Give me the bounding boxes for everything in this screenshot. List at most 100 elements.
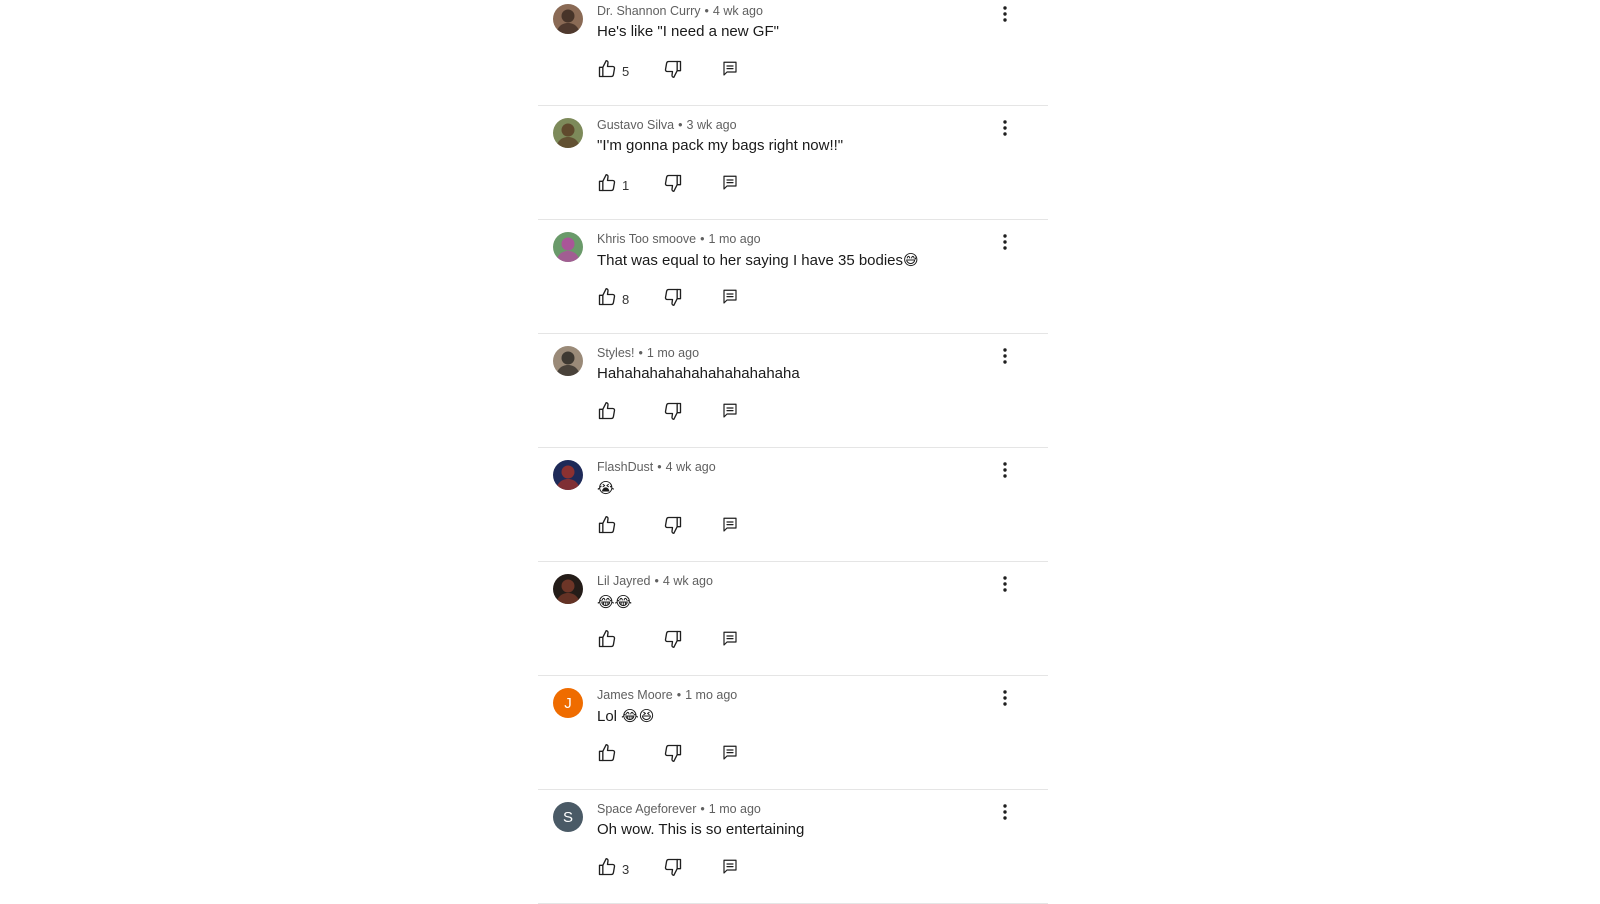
avatar-letter: J	[564, 694, 572, 712]
like-button[interactable]	[597, 743, 663, 763]
dislike-button[interactable]	[663, 629, 721, 649]
comment-author[interactable]: Gustavo Silva	[597, 118, 674, 132]
more-options-button[interactable]	[993, 800, 1017, 824]
comment-author[interactable]: Space Ageforever	[597, 802, 696, 816]
like-button[interactable]: 5	[597, 59, 663, 79]
comment-feed: Dr. Shannon Curry • 4 wk ago He's like "I …	[538, 0, 1048, 904]
reply-button[interactable]	[721, 516, 739, 534]
like-button[interactable]	[597, 515, 663, 535]
avatar[interactable]	[553, 4, 583, 34]
more-options-button[interactable]	[993, 2, 1017, 26]
dislike-button[interactable]	[663, 173, 721, 193]
comment-text: Lol 😂😆	[597, 708, 655, 725]
comment-author[interactable]: James Moore	[597, 688, 673, 702]
comment-author[interactable]: Dr. Shannon Curry	[597, 4, 701, 18]
more-options-button[interactable]	[993, 458, 1017, 482]
more-options-button[interactable]	[993, 230, 1017, 254]
avatar[interactable]	[553, 232, 583, 262]
reply-button[interactable]	[721, 174, 739, 192]
reply-comment-icon	[721, 516, 739, 534]
comment-time: 1 mo ago	[685, 688, 738, 702]
dislike-button[interactable]	[663, 287, 721, 307]
comment-author[interactable]: Khris Too smoove	[597, 232, 696, 246]
comment-item: Gustavo Silva • 3 wk ago "I'm gonna pack m…	[538, 106, 1048, 220]
meta-separator: •	[700, 802, 705, 816]
reply-button[interactable]	[721, 60, 739, 78]
more-options-button[interactable]	[993, 344, 1017, 368]
thumb-up-icon	[597, 173, 617, 193]
comment-text: Hahahahahahahahahahahaha	[597, 365, 800, 382]
profile-photo-icon	[556, 579, 580, 604]
like-button[interactable]: 1	[597, 173, 663, 193]
avatar[interactable]: S	[553, 802, 583, 832]
like-count: 8	[622, 291, 630, 307]
dislike-button[interactable]	[663, 59, 721, 79]
avatar-letter: S	[562, 808, 573, 826]
comment-text: 😂😂	[597, 594, 633, 611]
avatar[interactable]	[553, 346, 583, 376]
comment-item: FlashDust • 4 wk ago 😭	[538, 448, 1048, 562]
thumb-up-icon	[597, 629, 617, 649]
reply-button[interactable]	[721, 288, 739, 306]
more-options-button[interactable]	[993, 116, 1017, 140]
comment-item: J James Moore • 1 mo ago Lol 😂😆	[538, 676, 1048, 790]
comment-actions	[597, 514, 739, 536]
comment-time: 4 wk ago	[665, 460, 716, 474]
comment-actions: 3	[597, 856, 739, 878]
more-options-button[interactable]	[993, 686, 1017, 710]
profile-photo-icon	[556, 237, 580, 262]
more-options-button[interactable]	[993, 572, 1017, 596]
comment-text: He's like "I need a new GF"	[597, 23, 779, 40]
comment-meta: James Moore • 1 mo ago	[597, 688, 737, 702]
reply-button[interactable]	[721, 858, 739, 876]
comment-meta: Styles! • 1 mo ago	[597, 346, 699, 360]
comment-text: That was equal to her saying I have 35 b…	[597, 252, 919, 269]
reply-button[interactable]	[721, 630, 739, 648]
comment-item: S Space Ageforever • 1 mo ago Oh wow. This…	[538, 790, 1048, 904]
reply-comment-icon	[721, 744, 739, 762]
thumb-up-icon	[597, 59, 617, 79]
dislike-button[interactable]	[663, 515, 721, 535]
like-button[interactable]: 8	[597, 287, 663, 307]
like-button[interactable]	[597, 629, 663, 649]
profile-photo-icon	[556, 123, 580, 148]
dislike-button[interactable]	[663, 857, 721, 877]
comment-meta: FlashDust • 4 wk ago	[597, 460, 716, 474]
comment-item: Dr. Shannon Curry • 4 wk ago He's like "I …	[538, 0, 1048, 106]
profile-photo-icon	[556, 465, 580, 490]
comment-actions	[597, 742, 739, 764]
comment-actions	[597, 400, 739, 422]
comment-author[interactable]: Lil Jayred	[597, 574, 651, 588]
avatar[interactable]	[553, 460, 583, 490]
dislike-button[interactable]	[663, 401, 721, 421]
like-count: 1	[622, 177, 630, 193]
comment-author[interactable]: FlashDust	[597, 460, 653, 474]
thumb-up-icon	[597, 857, 617, 877]
avatar[interactable]	[553, 118, 583, 148]
reply-comment-icon	[721, 630, 739, 648]
reply-comment-icon	[721, 174, 739, 192]
reply-button[interactable]	[721, 744, 739, 762]
comment-time: 3 wk ago	[686, 118, 737, 132]
comment-meta: Dr. Shannon Curry • 4 wk ago	[597, 4, 763, 18]
avatar[interactable]	[553, 574, 583, 604]
comment-author[interactable]: Styles!	[597, 346, 635, 360]
meta-separator: •	[638, 346, 643, 360]
reply-button[interactable]	[721, 402, 739, 420]
meta-separator: •	[700, 232, 705, 246]
like-button[interactable]: 3	[597, 857, 663, 877]
thumb-down-icon	[663, 173, 683, 193]
reply-comment-icon	[721, 402, 739, 420]
comment-meta: Space Ageforever • 1 mo ago	[597, 802, 761, 816]
meta-separator: •	[657, 460, 662, 474]
dislike-button[interactable]	[663, 743, 721, 763]
comment-time: 4 wk ago	[662, 574, 713, 588]
thumb-down-icon	[663, 287, 683, 307]
profile-photo-icon	[556, 9, 580, 34]
comment-time: 1 mo ago	[708, 232, 761, 246]
avatar[interactable]: J	[553, 688, 583, 718]
comment-item: Styles! • 1 mo ago Hahahahahahahahahahahah…	[538, 334, 1048, 448]
like-button[interactable]	[597, 401, 663, 421]
comment-meta: Lil Jayred • 4 wk ago	[597, 574, 713, 588]
reply-comment-icon	[721, 288, 739, 306]
